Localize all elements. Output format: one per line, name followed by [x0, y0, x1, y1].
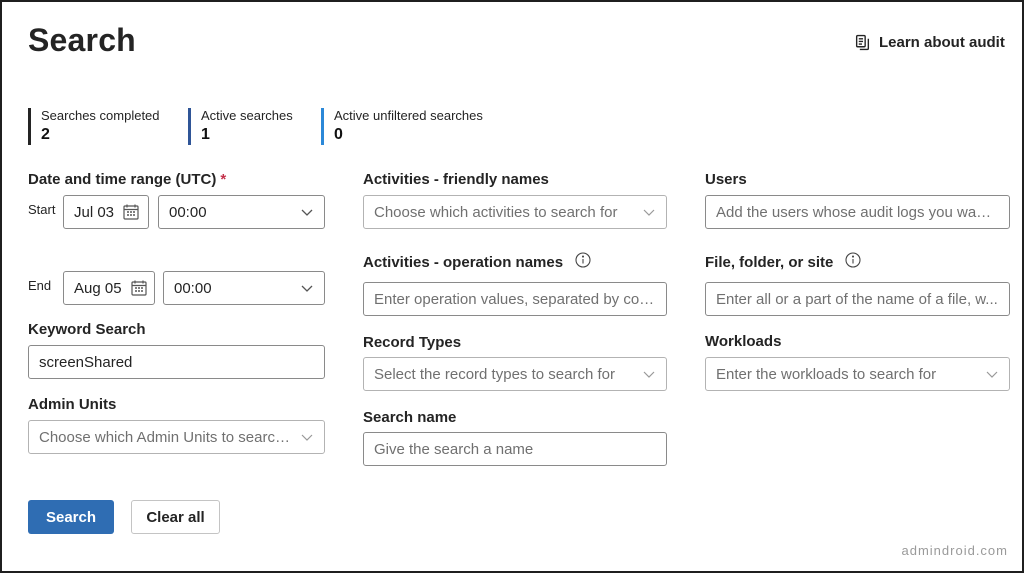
start-time-value: 00:00	[169, 203, 207, 221]
page-title: Search	[28, 22, 136, 58]
keyword-search-value: screenShared	[39, 353, 133, 371]
stat-active-unfiltered-searches: Active unfiltered searches 0	[321, 108, 483, 145]
search-name-label: Search name	[363, 409, 457, 426]
activities-operation-label: Activities - operation names	[363, 254, 564, 271]
info-icon[interactable]	[845, 251, 861, 268]
record-types-select[interactable]: Select the record types to search for	[363, 357, 667, 391]
activities-friendly-placeholder: Choose which activities to search for	[374, 203, 618, 221]
end-label: End	[28, 278, 52, 293]
learn-about-audit-link[interactable]: Learn about audit	[854, 34, 1005, 51]
users-placeholder: Add the users whose audit logs you want …	[716, 203, 999, 221]
admin-units-placeholder: Choose which Admin Units to search ...	[39, 428, 294, 446]
stat-label: Active unfiltered searches	[334, 108, 483, 123]
start-time-select[interactable]: 00:00	[158, 195, 325, 229]
keyword-search-input[interactable]: screenShared	[28, 345, 325, 379]
record-types-label: Record Types	[363, 334, 462, 351]
end-date-value: Aug 05	[74, 279, 122, 297]
workloads-label: Workloads	[705, 333, 782, 350]
chevron-down-icon	[643, 209, 655, 216]
watermark: admindroid.com	[901, 543, 1008, 558]
search-name-input[interactable]: Give the search a name	[363, 432, 667, 466]
stat-active-searches: Active searches 1	[188, 108, 293, 145]
start-date-value: Jul 03	[74, 203, 115, 221]
chevron-down-icon	[301, 434, 313, 441]
stat-searches-completed: Searches completed 2	[28, 108, 160, 145]
keyword-search-label: Keyword Search	[28, 321, 146, 338]
file-folder-header: File, folder, or site	[705, 251, 861, 271]
activities-operation-placeholder: Enter operation values, separated by com…	[374, 290, 656, 308]
required-mark: *	[220, 171, 227, 188]
stat-label: Active searches	[201, 108, 293, 123]
calendar-icon	[130, 280, 147, 296]
stat-label: Searches completed	[41, 108, 160, 123]
file-folder-label: File, folder, or site	[705, 254, 834, 271]
chevron-down-icon	[301, 209, 313, 216]
date-range-label: Date and time range (UTC) *	[28, 171, 227, 188]
users-label: Users	[705, 171, 747, 188]
activities-operation-header: Activities - operation names	[363, 251, 591, 271]
stat-value: 2	[41, 126, 50, 143]
users-input[interactable]: Add the users whose audit logs you want …	[705, 195, 1010, 229]
clear-all-button[interactable]: Clear all	[131, 500, 220, 534]
end-date-picker[interactable]: Aug 05	[63, 271, 155, 305]
admin-units-label: Admin Units	[28, 396, 117, 413]
activities-friendly-select[interactable]: Choose which activities to search for	[363, 195, 667, 229]
file-folder-input[interactable]: Enter all or a part of the name of a fil…	[705, 282, 1010, 316]
search-name-placeholder: Give the search a name	[374, 440, 534, 458]
activities-friendly-label: Activities - friendly names	[363, 171, 549, 188]
start-date-picker[interactable]: Jul 03	[63, 195, 149, 229]
info-icon[interactable]	[575, 251, 591, 268]
search-page: Search Learn about audit Searches comple…	[0, 0, 1024, 573]
learn-link-text: Learn about audit	[879, 34, 1005, 51]
workloads-select[interactable]: Enter the workloads to search for	[705, 357, 1010, 391]
calendar-icon	[123, 204, 139, 220]
chevron-down-icon	[301, 285, 313, 292]
stat-value: 1	[201, 126, 210, 143]
end-time-value: 00:00	[174, 279, 212, 297]
admin-units-select[interactable]: Choose which Admin Units to search ...	[28, 420, 325, 454]
search-button[interactable]: Search	[28, 500, 114, 534]
start-label: Start	[28, 202, 56, 217]
activities-operation-input[interactable]: Enter operation values, separated by com…	[363, 282, 667, 316]
chevron-down-icon	[643, 371, 655, 378]
copy-pages-icon	[855, 34, 870, 51]
end-time-select[interactable]: 00:00	[163, 271, 325, 305]
file-folder-placeholder: Enter all or a part of the name of a fil…	[716, 290, 998, 308]
stat-value: 0	[334, 126, 343, 143]
record-types-placeholder: Select the record types to search for	[374, 365, 615, 383]
workloads-placeholder: Enter the workloads to search for	[716, 365, 937, 383]
chevron-down-icon	[986, 371, 998, 378]
